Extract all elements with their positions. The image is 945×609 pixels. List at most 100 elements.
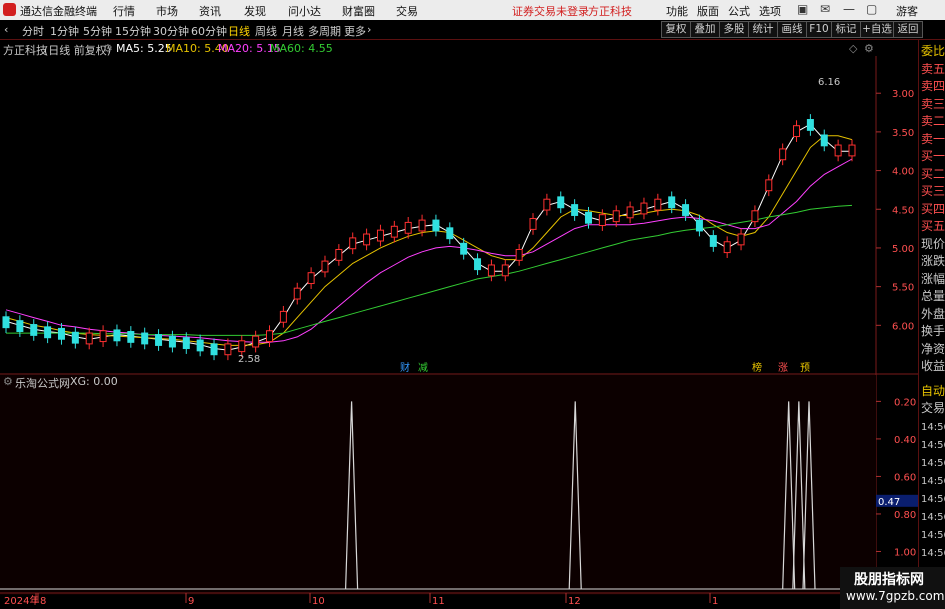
user-label[interactable]: 游客: [896, 3, 918, 19]
menu-item-layout[interactable]: 版面: [697, 3, 719, 19]
side-item: 总量: [921, 289, 945, 303]
draw-line-button[interactable]: 画线: [777, 21, 807, 38]
date-tick-label: 9: [188, 596, 194, 607]
tick-time: 14:56: [921, 494, 945, 505]
candle-body: [501, 264, 509, 277]
maximize-icon[interactable]: ▢: [866, 2, 877, 16]
candle-body: [321, 260, 329, 273]
adjust-button[interactable]: 复权: [661, 21, 691, 38]
watermark: 股朋指标网 www.7gpzb.com: [840, 567, 945, 609]
candle-body: [266, 330, 274, 343]
candle-body: [210, 343, 218, 356]
period-tab-5min[interactable]: 5分钟: [83, 23, 112, 39]
candle-body: [335, 248, 343, 261]
side-item: 卖四: [921, 79, 945, 93]
skin-icon[interactable]: ▣: [797, 2, 808, 16]
candle-body: [224, 343, 232, 356]
menu-item-function[interactable]: 功能: [666, 3, 688, 19]
menu-item-discover[interactable]: 发现: [244, 3, 266, 19]
candle-body: [460, 242, 468, 255]
date-tick-label: 10: [312, 596, 325, 607]
period-tab-monthly[interactable]: 月线: [282, 23, 304, 39]
side-item: 卖五: [921, 61, 945, 76]
overlay-button[interactable]: 叠加: [690, 21, 720, 38]
period-toolbar: ‹ 分时 1分钟 5分钟 15分钟 30分钟 60分钟 日线 周线 月线 多周期…: [0, 20, 945, 40]
indicator-tick-label: 0.80: [894, 510, 916, 521]
period-tab-30min[interactable]: 30分钟: [153, 23, 189, 39]
xg-value: XG: 0.00: [70, 375, 118, 388]
settings-gear-icon[interactable]: ⚙: [103, 42, 113, 55]
diamond-icon[interactable]: ◇: [849, 42, 857, 55]
menu-item-wealth[interactable]: 财富圈: [342, 3, 375, 19]
side-item: 净资: [921, 341, 945, 356]
candle-body: [806, 119, 814, 131]
tick-time: 14:56: [921, 512, 945, 523]
menu-item-formula[interactable]: 公式: [728, 3, 750, 19]
menu-item-options[interactable]: 选项: [759, 3, 781, 19]
candle-body: [765, 179, 773, 192]
candle-body: [446, 227, 454, 240]
low-price-label: 2.58: [238, 354, 260, 365]
candle-body: [668, 196, 676, 209]
main-chart-header: 方正科技 (日线 前复权) ⚙ MA5: 5.25 MA10: 5.40 MA2…: [0, 40, 880, 57]
period-tab-weekly[interactable]: 周线: [255, 23, 277, 39]
period-tab-more[interactable]: 更多: [344, 23, 366, 39]
period-tab-timeshare[interactable]: 分时: [22, 23, 44, 39]
period-tab-15min[interactable]: 15分钟: [115, 23, 151, 39]
menu-item-ask[interactable]: 问小达: [288, 3, 321, 19]
candle-body: [44, 326, 52, 339]
broker-name: 方正科技: [588, 5, 632, 18]
side-item: 收益: [921, 359, 945, 373]
sub-settings-icon[interactable]: ⚙: [3, 375, 13, 388]
candle-body: [141, 332, 149, 345]
candle-body: [474, 258, 482, 271]
side-item: 外盘: [921, 306, 945, 321]
candle-body: [626, 206, 634, 219]
collapse-icon[interactable]: ‹: [4, 23, 8, 36]
ma-line-ma60: [6, 204, 853, 336]
event-badge: 涨: [778, 362, 788, 374]
date-tick-label: 8: [40, 596, 46, 607]
minimize-icon[interactable]: —: [843, 2, 855, 16]
period-tab-daily[interactable]: 日线: [228, 23, 250, 39]
auto-trade-toggle[interactable]: 自动: [921, 384, 945, 398]
statistics-button[interactable]: 统计: [748, 21, 778, 38]
menu-item-market[interactable]: 市场: [156, 3, 178, 19]
multi-stock-button[interactable]: 多股: [719, 21, 749, 38]
more-chevron-icon[interactable]: ›: [367, 23, 371, 36]
period-tab-60min[interactable]: 60分钟: [191, 23, 227, 39]
price-tick-label: 4.50: [892, 205, 914, 216]
login-notice[interactable]: 证券交易未登录: [512, 3, 589, 19]
menu-item-quotes[interactable]: 行情: [113, 3, 135, 19]
settings-icon[interactable]: ⚙: [864, 42, 874, 55]
tick-time: 14:56: [921, 476, 945, 487]
side-item: 卖三: [921, 96, 945, 111]
candle-body: [238, 340, 246, 353]
date-tick-label: 12: [568, 596, 581, 607]
period-tab-1min[interactable]: 1分钟: [50, 23, 79, 39]
candle-body: [279, 310, 287, 323]
side-item: 买一: [921, 149, 945, 163]
candle-body: [737, 233, 745, 246]
trade-label[interactable]: 交易: [921, 401, 945, 415]
add-watchlist-button[interactable]: +自选: [860, 21, 894, 38]
candle-body: [16, 320, 24, 333]
mail-icon[interactable]: ✉: [820, 2, 830, 16]
menu-item-trade[interactable]: 交易: [396, 3, 418, 19]
mark-button[interactable]: 标记: [831, 21, 861, 38]
period-tab-multi[interactable]: 多周期: [308, 23, 341, 39]
candle-body: [349, 237, 357, 250]
candle-body: [598, 214, 606, 227]
side-item: 买四: [921, 201, 945, 216]
indicator-tick-label: 1.00: [894, 547, 916, 558]
side-item: 卖一: [921, 131, 945, 146]
indicator-background: [0, 375, 876, 595]
chart-area[interactable]: 6.16 2.58 财减 榜 涨预 6.00 5.50 5.00 4.50 4.00 3.50 3.…: [0, 56, 918, 609]
f10-button[interactable]: F10: [806, 21, 832, 38]
indicator-tick-label: 0.40: [894, 435, 916, 446]
formula-name[interactable]: 乐淘公式网: [15, 375, 70, 391]
menu-item-news[interactable]: 资讯: [199, 3, 221, 19]
candle-body: [196, 339, 204, 352]
event-badge: 预: [800, 362, 810, 374]
back-button[interactable]: 返回: [893, 21, 923, 38]
